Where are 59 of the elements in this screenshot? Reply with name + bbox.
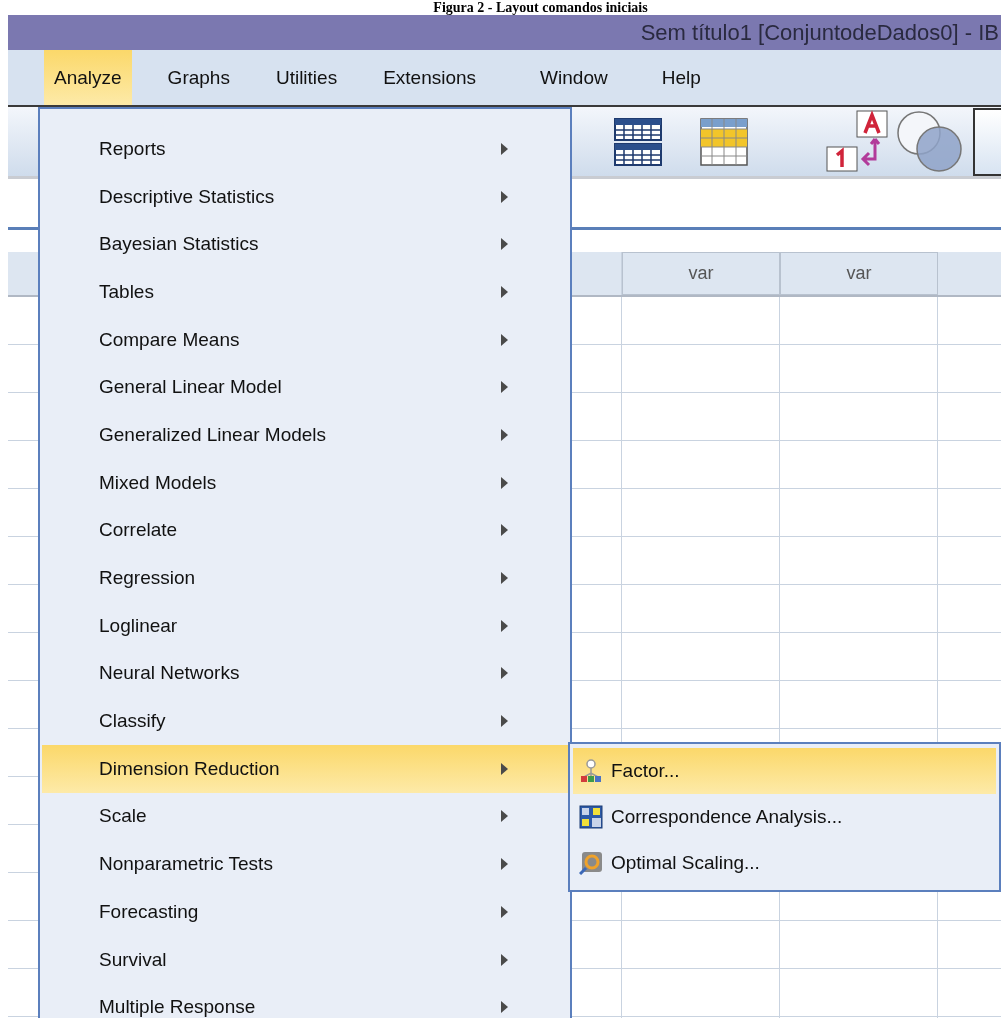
menu-item[interactable]: Factor... [573, 748, 996, 794]
highlighted-table-icon[interactable] [699, 116, 749, 167]
menu-item[interactable]: Regression [42, 554, 568, 602]
menu-item[interactable]: Window [530, 50, 618, 105]
hierarchy-icon [579, 759, 603, 783]
submenu-arrow-icon [501, 285, 508, 298]
submenu-arrow-icon [501, 953, 508, 966]
submenu-arrow-icon [501, 476, 508, 489]
menu-item[interactable]: Analyze [44, 50, 132, 105]
submenu-arrow-icon [501, 905, 508, 918]
submenu-arrow-icon [501, 572, 508, 585]
figure-caption: Figura 2 - Layout comandos iniciais [432, 0, 649, 15]
menu-item[interactable]: Forecasting [42, 888, 568, 936]
matrix-icon [579, 805, 603, 829]
submenu-arrow-icon [501, 858, 508, 871]
submenu-arrow-icon [501, 810, 508, 823]
menu-item[interactable]: Correspondence Analysis... [573, 794, 996, 840]
menu-item[interactable]: Dimension Reduction [42, 744, 568, 793]
menu-item[interactable]: Neural Networks [42, 649, 568, 698]
submenu-arrow-icon [501, 428, 508, 441]
window-title: Sem título1 [ConjuntodeDados0] - IB [640, 19, 999, 46]
menu-item[interactable]: Loglinear [42, 601, 568, 650]
menu-item[interactable]: Correlate [42, 506, 568, 555]
menu-item[interactable]: Help [651, 50, 711, 105]
menu-item[interactable]: Descriptive Statistics [42, 172, 568, 221]
submenu-arrow-icon [501, 333, 508, 346]
toolbar-button[interactable] [973, 107, 1001, 176]
submenu-arrow-icon [501, 524, 508, 537]
menu-item[interactable]: Optimal Scaling... [573, 840, 996, 886]
menu-item[interactable]: Nonparametric Tests [42, 840, 568, 888]
submenu-arrow-icon [501, 762, 508, 775]
menu-item[interactable]: Bayesian Statistics [42, 220, 568, 269]
menu-item[interactable]: Generalized Linear Models [42, 411, 568, 459]
menu-item[interactable]: Compare Means [42, 315, 568, 364]
column-header: var [622, 252, 780, 295]
menu-item[interactable]: Tables [42, 268, 568, 316]
menu-item[interactable]: General Linear Model [42, 363, 568, 412]
scaling-icon [579, 851, 603, 875]
menu-item[interactable]: Utilities [265, 50, 348, 105]
submenu-arrow-icon [501, 1001, 508, 1014]
submenu-arrow-icon [501, 238, 508, 251]
menu-item[interactable]: Mixed Models [42, 458, 568, 507]
menu-item[interactable]: Reports [42, 125, 568, 173]
column-header: var [780, 252, 938, 295]
split-table-icon[interactable] [613, 116, 663, 167]
menu-item[interactable]: Classify [42, 697, 568, 745]
menu-item[interactable]: Survival [42, 935, 568, 984]
value-labels-icon[interactable] [825, 108, 891, 175]
menu-item[interactable]: Extensions [373, 50, 487, 105]
submenu-arrow-icon [501, 715, 508, 728]
overlapping-circles-icon[interactable] [895, 108, 965, 175]
submenu-arrow-icon [501, 619, 508, 632]
submenu-arrow-icon [501, 381, 508, 394]
submenu-arrow-icon [501, 142, 508, 155]
submenu-arrow-icon [501, 667, 508, 680]
submenu-arrow-icon [501, 190, 508, 203]
menu-item[interactable]: Graphs [157, 50, 240, 105]
menu-item[interactable]: Multiple Response [42, 983, 568, 1018]
menu-item[interactable]: Scale [42, 792, 568, 841]
